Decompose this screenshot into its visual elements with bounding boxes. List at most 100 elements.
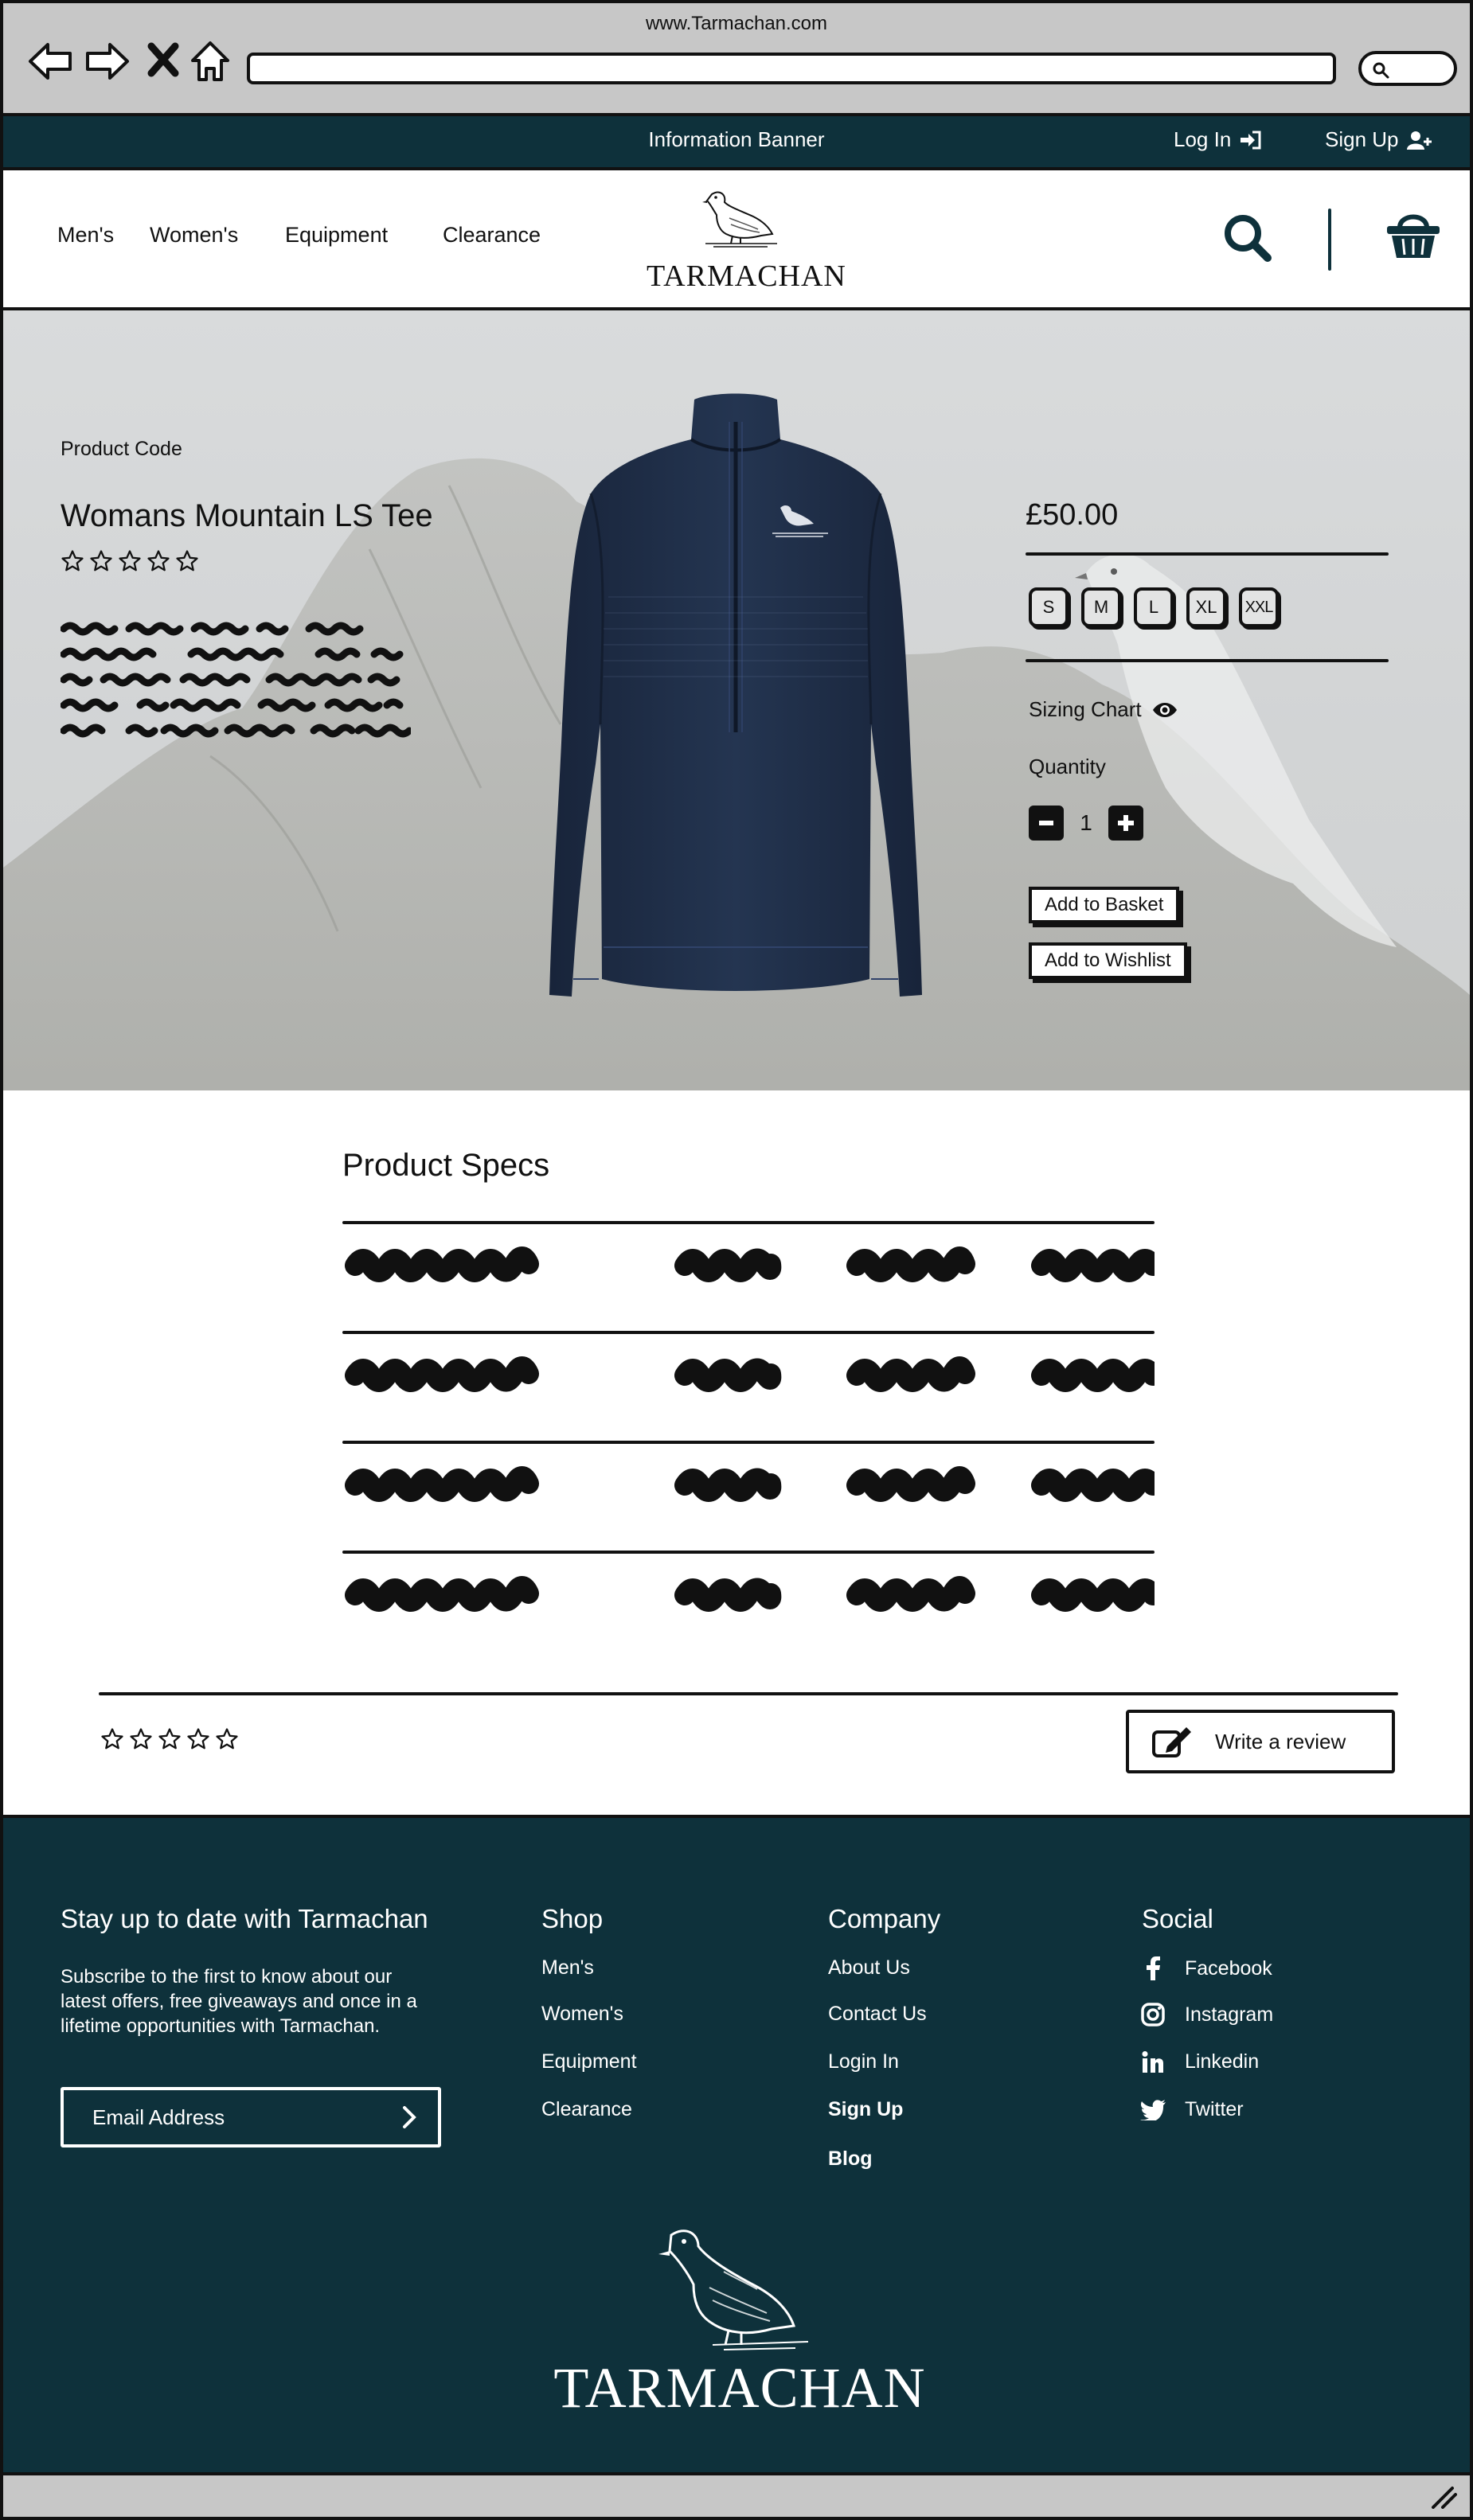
footer-link-sign-up[interactable]: Sign Up: [828, 2098, 903, 2121]
star-icon[interactable]: [158, 1727, 182, 1751]
basket-button[interactable]: [1385, 210, 1441, 265]
newsletter-title: Stay up to date with Tarmachan: [61, 1904, 428, 1933]
search-icon: [1225, 215, 1272, 262]
social-link-twitter[interactable]: Twitter: [1140, 2098, 1244, 2121]
footer-link-blog[interactable]: Blog: [828, 2147, 873, 2171]
footer-link-contact-us[interactable]: Contact Us: [828, 2003, 927, 2026]
product-specs-section: Product Specs Write a review: [0, 1090, 1473, 1815]
star-icon[interactable]: [147, 549, 170, 573]
quantity-stepper: 1: [1029, 806, 1143, 841]
nav-link-womens[interactable]: Women's: [150, 223, 238, 248]
price-divider: [1026, 552, 1389, 556]
star-icon[interactable]: [129, 1727, 153, 1751]
minus-icon: [1039, 821, 1053, 825]
social-link-instagram[interactable]: Instagram: [1140, 2003, 1273, 2027]
quantity-decrease-button[interactable]: [1029, 806, 1064, 841]
information-banner: Information Banner Log In Sign Up: [0, 116, 1473, 170]
newsletter-text: Subscribe to the first to know about our…: [61, 1966, 417, 2037]
product-image-long-sleeve-tee: [549, 393, 922, 997]
write-review-button[interactable]: Write a review: [1126, 1710, 1395, 1773]
email-subscribe-field[interactable]: Email Address: [61, 2087, 441, 2147]
login-label: Log In: [1174, 127, 1232, 151]
size-option-xl[interactable]: XL: [1186, 587, 1226, 627]
back-arrow-icon[interactable]: [27, 38, 73, 84]
review-rating-stars[interactable]: [100, 1727, 239, 1751]
write-review-label: Write a review: [1215, 1729, 1346, 1753]
chevron-right-icon[interactable]: [401, 2105, 417, 2130]
footer-link-mens[interactable]: Men's: [541, 1956, 594, 1980]
footer-logo-wordmark: TARMACHAN: [553, 2356, 926, 2420]
spec-row-placeholder: [342, 1239, 1155, 1286]
signup-link[interactable]: Sign Up: [1325, 127, 1432, 152]
login-link[interactable]: Log In: [1174, 127, 1263, 152]
basket-icon: [1387, 214, 1440, 258]
spec-row-placeholder: [342, 1568, 1155, 1616]
product-code-label: Product Code: [61, 438, 182, 460]
star-icon[interactable]: [175, 549, 199, 573]
footer-link-equipment[interactable]: Equipment: [541, 2050, 637, 2073]
home-icon[interactable]: [188, 38, 234, 84]
social-link-linkedin[interactable]: Linkedin: [1140, 2050, 1259, 2073]
star-icon[interactable]: [215, 1727, 239, 1751]
linkedin-label: Linkedin: [1185, 2050, 1260, 2073]
footer-social-title: Social: [1142, 1904, 1213, 1933]
footer-link-login[interactable]: Login In: [828, 2050, 899, 2073]
ptarmigan-logo-icon: [658, 2229, 809, 2350]
social-link-facebook[interactable]: Facebook: [1140, 1956, 1272, 1980]
nav-link-mens[interactable]: Men's: [57, 223, 114, 248]
site-logo[interactable]: TARMACHAN: [647, 186, 846, 306]
close-icon[interactable]: [145, 38, 191, 84]
instagram-label: Instagram: [1185, 2003, 1274, 2026]
size-option-xxl[interactable]: XXL: [1239, 587, 1279, 627]
product-title: Womans Mountain LS Tee: [61, 498, 433, 533]
facebook-label: Facebook: [1185, 1956, 1272, 1980]
search-icon: [1373, 62, 1389, 79]
footer-link-clearance[interactable]: Clearance: [541, 2098, 632, 2121]
twitter-label: Twitter: [1185, 2098, 1244, 2120]
add-user-icon: [1406, 131, 1432, 150]
star-icon[interactable]: [118, 549, 142, 573]
size-option-l[interactable]: L: [1134, 587, 1174, 627]
browser-chrome: www.Tarmachan.com: [0, 0, 1473, 116]
product-rating-stars[interactable]: [61, 549, 199, 573]
product-specs-heading: Product Specs: [342, 1148, 550, 1183]
resize-handle-icon[interactable]: [1428, 2485, 1457, 2509]
quantity-label: Quantity: [1029, 755, 1106, 778]
product-hero: Product Code Womans Mountain LS Tee £50.…: [0, 310, 1473, 1090]
spec-row-placeholder: [342, 1458, 1155, 1506]
browser-status-bar: [0, 2475, 1473, 2520]
nav-link-clearance[interactable]: Clearance: [443, 223, 541, 248]
twitter-icon: [1140, 2099, 1166, 2120]
nav-link-equipment[interactable]: Equipment: [285, 223, 388, 248]
star-icon[interactable]: [186, 1727, 210, 1751]
forward-arrow-icon[interactable]: [84, 38, 131, 84]
spec-divider: [342, 1221, 1155, 1224]
quantity-value[interactable]: 1: [1080, 810, 1092, 836]
nav-search-button[interactable]: [1221, 212, 1274, 268]
facebook-icon: [1147, 1956, 1160, 1980]
size-option-m[interactable]: M: [1081, 587, 1121, 627]
add-to-wishlist-button[interactable]: Add to Wishlist: [1029, 942, 1187, 979]
size-option-s[interactable]: S: [1029, 587, 1069, 627]
sizing-chart-link[interactable]: Sizing Chart: [1029, 697, 1178, 722]
browser-search-field[interactable]: [1358, 51, 1457, 86]
ptarmigan-logo-icon: [702, 191, 777, 248]
footer-link-about-us[interactable]: About Us: [828, 1956, 910, 1980]
login-icon: [1241, 131, 1261, 149]
spec-divider: [342, 1441, 1155, 1444]
star-icon[interactable]: [100, 1727, 124, 1751]
spec-divider: [342, 1331, 1155, 1334]
sizing-chart-label: Sizing Chart: [1029, 697, 1142, 721]
footer-logo[interactable]: TARMACHAN: [529, 2224, 951, 2463]
signup-label: Sign Up: [1325, 127, 1399, 151]
product-description-placeholder: [61, 622, 411, 738]
address-bar[interactable]: [247, 53, 1336, 84]
main-navigation: Men's Women's Equipment Clearance TARMAC…: [0, 170, 1473, 310]
star-icon[interactable]: [89, 549, 113, 573]
footer-link-womens[interactable]: Women's: [541, 2003, 623, 2026]
spec-row-placeholder: [342, 1348, 1155, 1396]
quantity-increase-button[interactable]: [1108, 806, 1143, 841]
add-to-basket-button[interactable]: Add to Basket: [1029, 887, 1180, 923]
star-icon[interactable]: [61, 549, 84, 573]
site-footer: Stay up to date with Tarmachan Subscribe…: [0, 1815, 1473, 2475]
